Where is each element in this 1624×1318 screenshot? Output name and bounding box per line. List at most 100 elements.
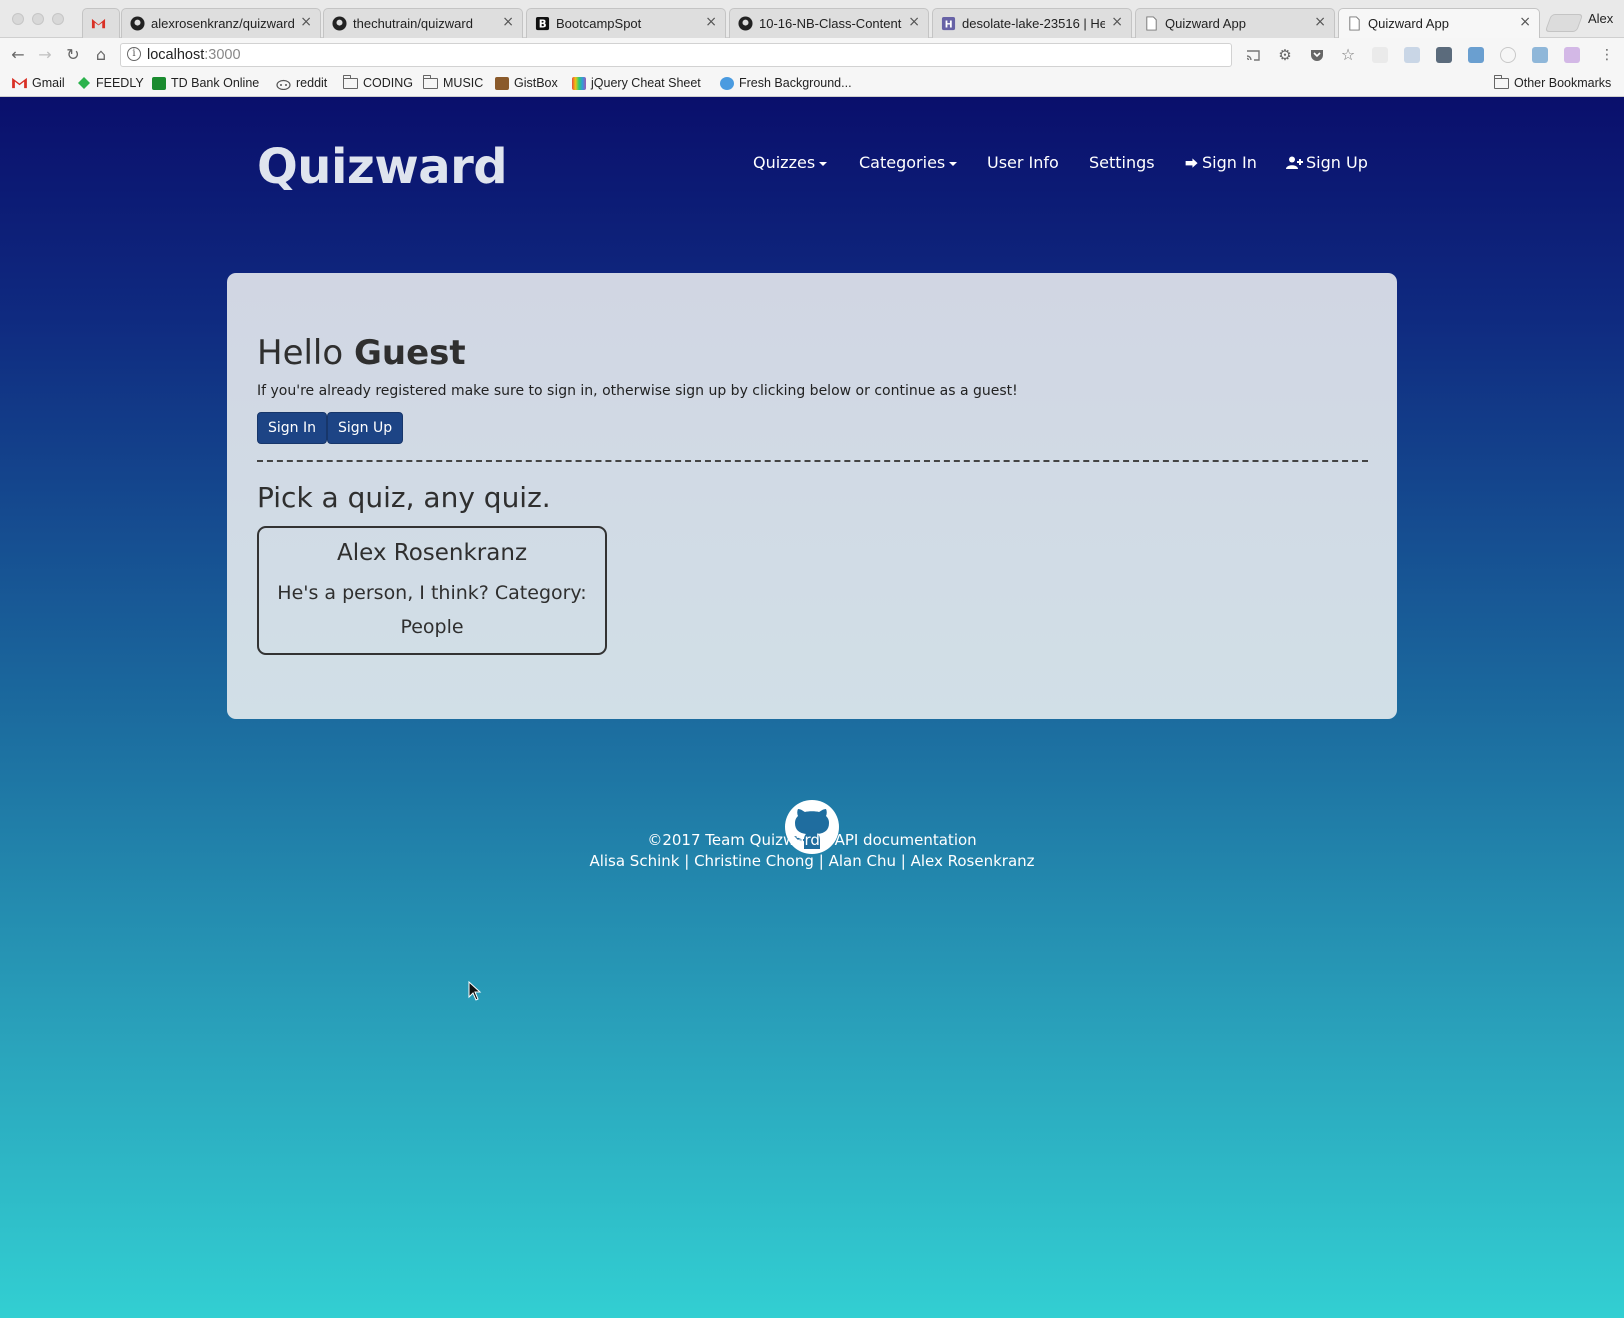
bookmark-folder-coding[interactable]: CODING xyxy=(342,74,413,90)
page-viewport: Quizward Quizzes Categories User Info Se… xyxy=(0,97,1624,1318)
nav-settings[interactable]: Settings xyxy=(1089,153,1155,172)
bookmark-other-bookmarks[interactable]: Other Bookmarks xyxy=(1493,74,1611,90)
author-link[interactable]: Alisa Schink xyxy=(589,852,679,870)
site-brand[interactable]: Quizward xyxy=(257,139,508,195)
tab-heroku[interactable]: H desolate-lake-23516 | He × xyxy=(932,8,1132,38)
tab-close-icon[interactable]: × xyxy=(1519,14,1531,30)
quiz-card[interactable]: Alex Rosenkranz He's a person, I think? … xyxy=(257,526,607,655)
bookmark-reddit[interactable]: reddit xyxy=(276,76,327,90)
tab-close-icon[interactable]: × xyxy=(705,14,717,30)
browser-tab-strip: alexrosenkranz/quizward × thechutrain/qu… xyxy=(0,0,1624,38)
page-icon xyxy=(1146,16,1157,31)
gmail-icon xyxy=(91,18,106,29)
author-link[interactable]: Alex Rosenkranz xyxy=(911,852,1035,870)
sign-in-button[interactable]: Sign In xyxy=(257,412,327,444)
browser-menu-icon[interactable]: ⋮ xyxy=(1600,47,1614,63)
bookmark-feedly[interactable]: FEEDLY xyxy=(77,76,144,90)
reddit-icon xyxy=(276,79,291,90)
svg-text:B: B xyxy=(539,19,547,31)
reload-icon[interactable]: ↻ xyxy=(63,45,83,64)
extension-icon[interactable] xyxy=(1404,47,1420,63)
heroku-icon: H xyxy=(941,16,956,30)
bookmark-gmail[interactable]: Gmail xyxy=(12,76,65,90)
folder-icon xyxy=(342,74,358,89)
tab-close-icon[interactable]: × xyxy=(300,14,312,30)
author-link[interactable]: Alan Chu xyxy=(829,852,896,870)
settings-gear-icon[interactable]: ⚙ xyxy=(1277,47,1293,63)
tab-close-icon[interactable]: × xyxy=(1111,14,1123,30)
nav-quizzes-dropdown[interactable]: Quizzes xyxy=(753,153,828,172)
home-icon[interactable]: ⌂ xyxy=(91,45,111,64)
tab-gmail[interactable] xyxy=(82,8,120,38)
caret-down-icon xyxy=(819,161,828,166)
api-documentation-link[interactable]: API documentation xyxy=(835,831,977,849)
caret-down-icon xyxy=(949,161,958,166)
tab-class-content[interactable]: 10-16-NB-Class-Content × xyxy=(729,8,929,38)
tab-close-icon[interactable]: × xyxy=(502,14,514,30)
window-close-dot[interactable] xyxy=(12,13,24,25)
bookmarks-bar: Gmail FEEDLY TD Bank Online reddit CODIN… xyxy=(0,72,1624,97)
window-minimize-dot[interactable] xyxy=(32,13,44,25)
section-divider xyxy=(257,460,1368,462)
footer-copyright: ©2017 Team Quizward xyxy=(647,831,820,849)
svg-text:H: H xyxy=(945,19,953,30)
jquery-icon xyxy=(572,76,586,90)
back-icon[interactable]: ← xyxy=(8,45,28,64)
bookmark-fresh-background[interactable]: Fresh Background... xyxy=(720,76,852,90)
window-zoom-dot[interactable] xyxy=(52,13,64,25)
tab-quizward-app-active[interactable]: Quizward App × xyxy=(1338,8,1540,38)
sign-up-button[interactable]: Sign Up xyxy=(327,412,404,444)
address-bar[interactable]: i localhost:3000 xyxy=(120,43,1232,67)
quiz-description: He's a person, I think? Category: People xyxy=(277,582,587,638)
bookmark-star-icon[interactable]: ☆ xyxy=(1340,47,1356,63)
intro-text: If you're already registered make sure t… xyxy=(257,383,1018,399)
footer-authors: Alisa Schink | Christine Chong | Alan Ch… xyxy=(589,852,1035,870)
extension-icon[interactable] xyxy=(1532,47,1548,63)
bookmark-gistbox[interactable]: GistBox xyxy=(495,76,558,90)
tab-close-icon[interactable]: × xyxy=(908,14,920,30)
extension-icon[interactable] xyxy=(1436,47,1452,63)
quiz-title: Alex Rosenkranz xyxy=(336,540,528,566)
page-icon xyxy=(1349,16,1360,31)
tab-alexrosenkranz-quizward[interactable]: alexrosenkranz/quizward × xyxy=(121,8,321,38)
github-icon xyxy=(738,16,753,31)
bootcampspot-icon: B xyxy=(535,16,550,31)
author-link[interactable]: Christine Chong xyxy=(694,852,814,870)
nav-sign-up[interactable]: Sign Up xyxy=(1286,153,1368,172)
info-icon[interactable]: i xyxy=(127,47,141,61)
feedly-icon xyxy=(78,77,90,89)
globe-icon xyxy=(720,76,734,90)
bookmark-td-bank[interactable]: TD Bank Online xyxy=(152,76,259,90)
extension-icon[interactable] xyxy=(1500,47,1516,63)
folder-icon xyxy=(1493,74,1509,89)
bookmark-jquery-cheat-sheet[interactable]: jQuery Cheat Sheet xyxy=(572,76,701,90)
jumbotron-panel: Hello Guest If you're already registered… xyxy=(227,273,1397,719)
user-name: Guest xyxy=(354,333,466,373)
forward-icon[interactable]: → xyxy=(35,45,55,64)
bookmark-folder-music[interactable]: MUSIC xyxy=(422,74,483,90)
url-text: localhost:3000 xyxy=(147,47,241,63)
nav-categories-dropdown[interactable]: Categories xyxy=(859,153,958,172)
extension-icon[interactable] xyxy=(1564,47,1580,63)
sign-in-icon: ⮕ xyxy=(1185,157,1199,172)
cast-icon[interactable] xyxy=(1245,47,1261,63)
greeting-heading: Hello Guest xyxy=(257,333,466,373)
browser-toolbar: ← → ↻ ⌂ i localhost:3000 ⚙ ☆ ⋮ xyxy=(0,38,1624,72)
profile-name[interactable]: Alex xyxy=(1588,11,1613,26)
footer-copyright-line: ©2017 Team Quizward | API documentation xyxy=(647,831,977,849)
user-plus-icon xyxy=(1286,156,1303,169)
extension-icon[interactable] xyxy=(1372,47,1388,63)
gistbox-icon xyxy=(495,76,509,90)
pocket-icon[interactable] xyxy=(1309,47,1325,63)
new-tab-button[interactable] xyxy=(1544,14,1584,32)
tab-quizward-app[interactable]: Quizward App × xyxy=(1135,8,1335,38)
github-icon xyxy=(332,16,347,31)
tab-thechutrain-quizward[interactable]: thechutrain/quizward × xyxy=(323,8,523,38)
mouse-cursor-icon xyxy=(468,981,482,1001)
tab-close-icon[interactable]: × xyxy=(1314,14,1326,30)
extension-icon[interactable] xyxy=(1468,47,1484,63)
tab-bootcampspot[interactable]: B BootcampSpot × xyxy=(526,8,726,38)
github-icon xyxy=(130,16,145,31)
nav-sign-in[interactable]: ⮕ Sign In xyxy=(1185,153,1257,172)
nav-user-info[interactable]: User Info xyxy=(987,153,1059,172)
